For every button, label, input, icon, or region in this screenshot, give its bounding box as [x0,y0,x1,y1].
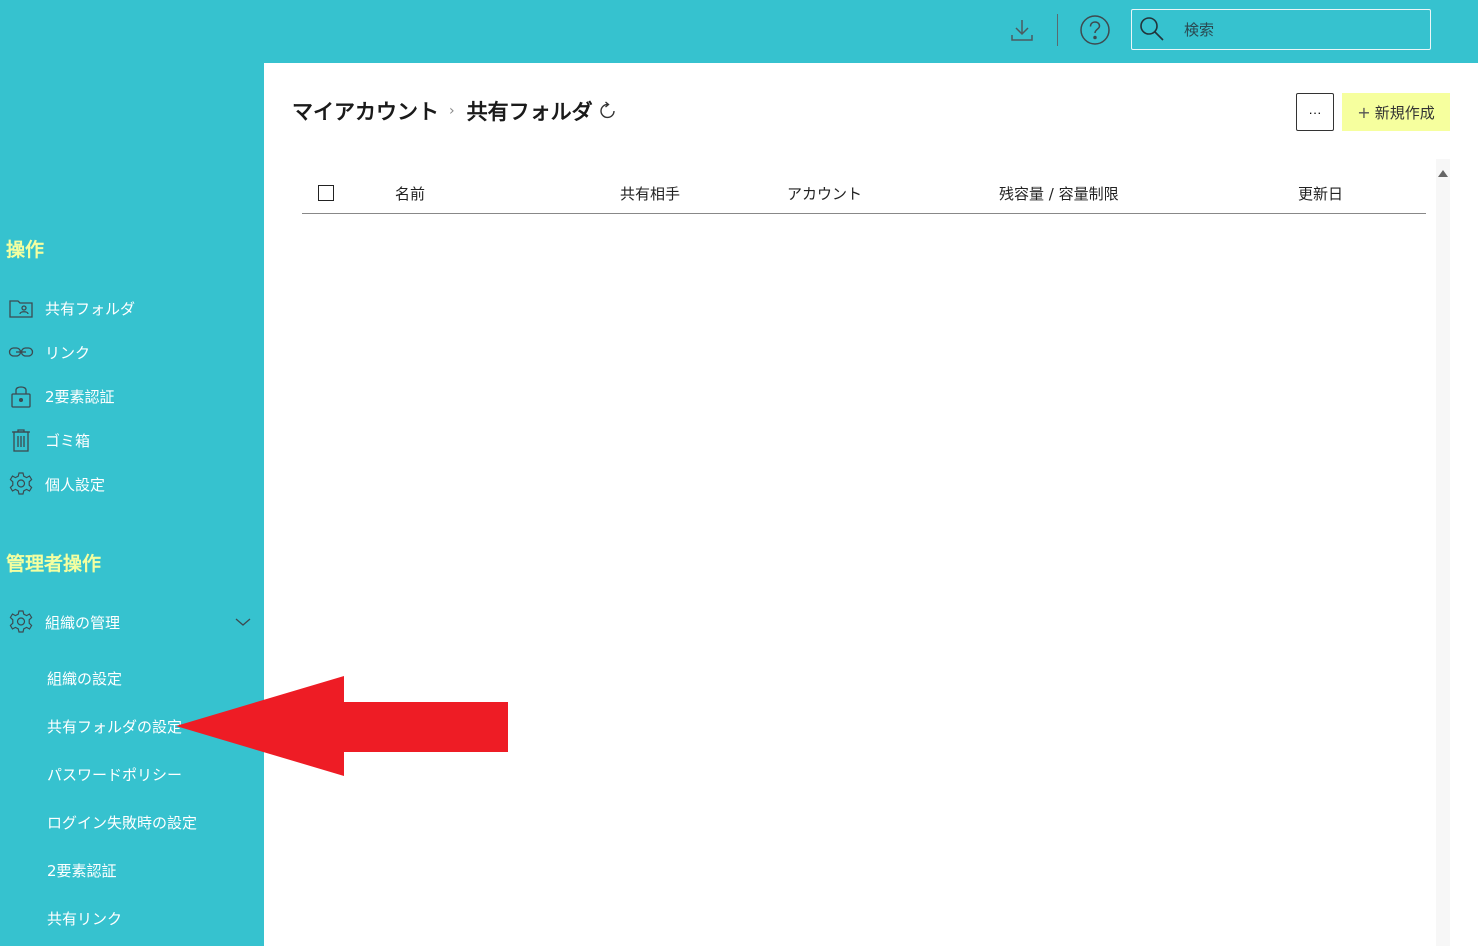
link-icon [8,339,34,365]
sidebar-subitem-label: 組織の設定 [47,669,123,688]
sidebar-item-label: 共有フォルダ [45,299,136,318]
search-icon [1140,17,1164,41]
sidebar-subitem-two-factor[interactable]: 2要素認証 [0,852,264,888]
section-title-admin: 管理者操作 [6,553,102,575]
sidebar-item-label: 2要素認証 [45,387,115,406]
select-all-checkbox[interactable] [318,185,334,201]
sidebar: 操作 共有フォルダ リンク 2要素認証 ゴミ箱 個人設定 管理者操作 組織の管理… [0,63,264,946]
toolbar-divider [1057,14,1058,46]
sidebar-item-label: 個人設定 [45,475,106,494]
table-header: 名前 共有相手 アカウント 残容量 / 容量制限 更新日 [302,173,1426,214]
sidebar-item-label: ゴミ箱 [45,431,91,450]
trash-icon [8,427,34,453]
sidebar-item-label: 組織の管理 [45,613,121,632]
column-header-updated[interactable]: 更新日 [1298,183,1343,204]
sidebar-subitem-label: ログイン失敗時の設定 [47,813,198,832]
help-icon[interactable] [1077,12,1113,48]
new-create-button[interactable]: + 新規作成 [1342,93,1450,131]
main-content: マイアカウント › 共有フォルダ ··· + 新規作成 名前 共有相手 アカウン… [264,63,1478,946]
breadcrumb-item-shared-folder: 共有フォルダ [466,100,593,124]
new-create-label: 新規作成 [1374,103,1435,122]
search-input[interactable] [1184,16,1420,44]
sidebar-subitem-label: 共有フォルダの設定 [47,717,183,736]
sidebar-subitem-login-failure-settings[interactable]: ログイン失敗時の設定 [0,804,264,840]
search-box[interactable] [1131,9,1431,50]
sidebar-subitem-label: 共有リンク [47,909,123,928]
shared-folder-icon [8,295,34,321]
section-title-operations: 操作 [6,239,45,261]
annotation-arrow-icon [176,676,508,776]
breadcrumb-separator-icon: › [449,103,455,119]
sidebar-item-link[interactable]: リンク [0,334,264,370]
column-header-name[interactable]: 名前 [395,183,425,204]
sidebar-item-label: リンク [45,343,91,362]
scroll-up-arrow-icon[interactable] [1436,166,1450,180]
more-options-button[interactable]: ··· [1296,93,1334,131]
sidebar-item-shared-folder[interactable]: 共有フォルダ [0,290,264,326]
sidebar-item-org-management[interactable]: 組織の管理 [0,604,264,640]
column-header-shared-with[interactable]: 共有相手 [620,183,680,204]
sidebar-item-trash[interactable]: ゴミ箱 [0,422,264,458]
gear-icon [8,471,34,497]
sidebar-subitem-label: 2要素認証 [47,861,117,880]
plus-icon: + [1357,102,1371,122]
column-header-capacity[interactable]: 残容量 / 容量制限 [999,183,1119,204]
sidebar-item-two-factor[interactable]: 2要素認証 [0,378,264,414]
chevron-down-icon[interactable] [234,613,252,631]
top-bar [0,0,1478,63]
lock-icon [8,383,34,409]
breadcrumb: マイアカウント › 共有フォルダ [292,96,619,126]
sidebar-item-personal-settings[interactable]: 個人設定 [0,466,264,502]
refresh-icon[interactable] [597,100,619,122]
breadcrumb-item-my-account[interactable]: マイアカウント [292,96,439,126]
download-icon[interactable] [1004,12,1040,48]
sidebar-subitem-shared-links[interactable]: 共有リンク [0,900,264,936]
scrollbar[interactable] [1436,159,1450,946]
sidebar-subitem-label: パスワードポリシー [47,765,183,784]
gear-icon [8,609,34,635]
column-header-account[interactable]: アカウント [787,183,862,204]
